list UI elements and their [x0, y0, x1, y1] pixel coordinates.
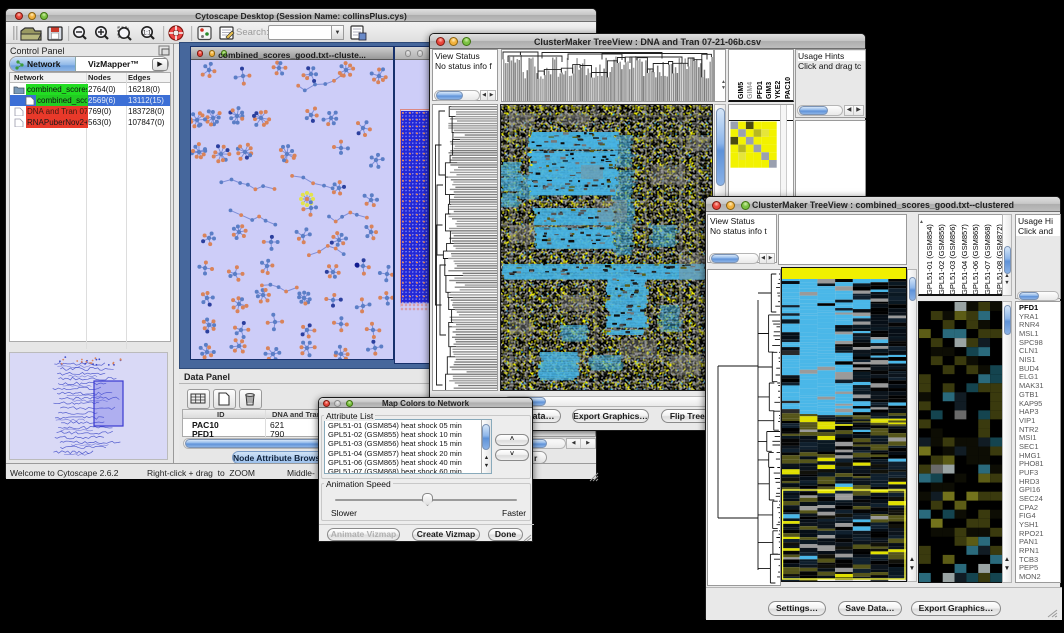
- svg-text:1:1: 1:1: [143, 31, 152, 37]
